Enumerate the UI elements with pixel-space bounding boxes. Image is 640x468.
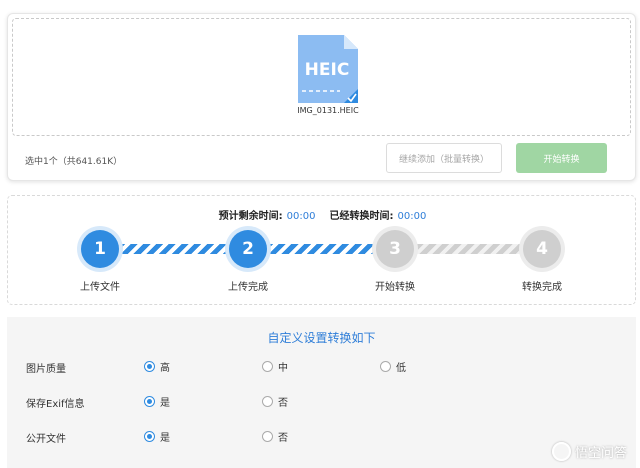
quality-option-low[interactable]: 低 (380, 359, 406, 374)
quality-option-medium[interactable]: 中 (262, 359, 288, 374)
upload-panel: HEIC IMG_0131.HEIC 选中1个（共641.61K） 继续添加（批… (7, 13, 636, 181)
exif-setting-row: 保存Exif信息 是 否 (7, 394, 636, 410)
exif-option-no[interactable]: 否 (262, 394, 288, 409)
step-2-label: 上传完成 (228, 282, 268, 293)
quality-setting-row: 图片质量 高 中 低 (7, 359, 636, 375)
progress-connector-2-3 (266, 244, 386, 254)
selected-files-info: 选中1个（共641.61K） (25, 157, 123, 167)
start-convert-button[interactable]: 开始转换 (516, 143, 607, 173)
file-name: IMG_0131.HEIC (297, 106, 359, 115)
uploaded-file-item[interactable]: HEIC IMG_0131.HEIC (293, 33, 363, 115)
elapsed-time-value: 00:00 (397, 211, 427, 222)
remaining-time-value: 00:00 (286, 211, 316, 222)
quality-label: 图片质量 (26, 364, 66, 375)
step-1-circle: 1 (81, 230, 119, 268)
heic-file-icon: HEIC (296, 33, 360, 105)
public-option-yes[interactable]: 是 (144, 429, 170, 444)
elapsed-time-label: 已经转换时间: (329, 211, 394, 222)
exif-label: 保存Exif信息 (26, 399, 85, 410)
step-3-label: 开始转换 (375, 282, 415, 293)
remaining-time-label: 预计剩余时间: (218, 211, 283, 222)
step-4-label: 转换完成 (522, 282, 562, 293)
radio-unchecked-icon[interactable] (262, 396, 273, 407)
radio-unchecked-icon[interactable] (380, 361, 391, 372)
settings-panel: 自定义设置转换如下 图片质量 高 中 低 保存Exif信息 是 否 公开文件 是… (7, 317, 636, 468)
watermark-logo-icon (551, 442, 571, 461)
step-4-circle: 4 (523, 230, 561, 268)
step-3-circle: 3 (376, 230, 414, 268)
exif-option-yes[interactable]: 是 (144, 394, 170, 409)
continue-add-button[interactable]: 继续添加（批量转换） (386, 143, 502, 173)
file-dropzone[interactable]: HEIC IMG_0131.HEIC (12, 18, 631, 136)
step-2-circle: 2 (229, 230, 267, 268)
watermark-text: 悟空问答 (574, 446, 627, 461)
time-info: 预计剩余时间: 00:00 已经转换时间: 00:00 (8, 207, 637, 222)
radio-checked-icon[interactable] (144, 396, 155, 407)
watermark: 悟空问答 (551, 442, 627, 461)
quality-option-high[interactable]: 高 (144, 359, 170, 374)
public-setting-row: 公开文件 是 否 (7, 429, 636, 445)
progress-panel: 预计剩余时间: 00:00 已经转换时间: 00:00 1 2 3 4 上传文件 上传… (7, 195, 636, 305)
public-option-no[interactable]: 否 (262, 429, 288, 444)
radio-unchecked-icon[interactable] (262, 361, 273, 372)
file-type-badge: HEIC (305, 60, 350, 80)
settings-title: 自定义设置转换如下 (267, 331, 376, 345)
public-label: 公开文件 (26, 434, 66, 445)
step-1-label: 上传文件 (80, 282, 120, 293)
progress-connector-3-4 (404, 244, 534, 254)
radio-checked-icon[interactable] (144, 361, 155, 372)
radio-unchecked-icon[interactable] (262, 431, 273, 442)
radio-checked-icon[interactable] (144, 431, 155, 442)
